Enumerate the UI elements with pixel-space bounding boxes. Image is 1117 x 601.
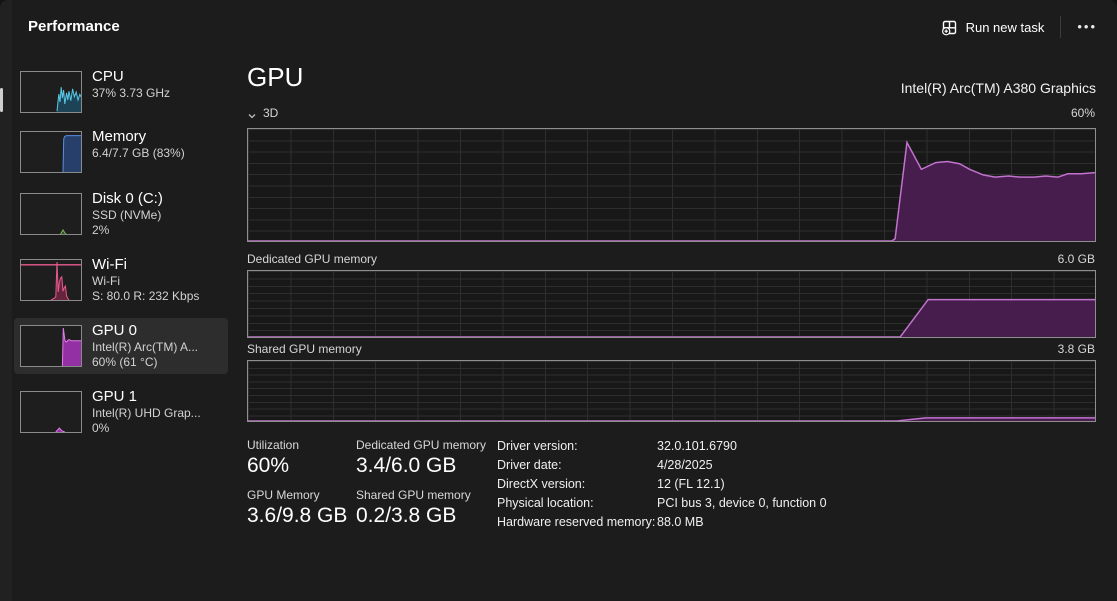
sidebar-item-sub: Intel(R) Arc(TM) A... bbox=[92, 340, 199, 354]
detail-row: Driver date: 4/28/2025 bbox=[497, 456, 827, 475]
detail-label: Driver date: bbox=[497, 458, 562, 472]
detail-row: Physical location: PCI bus 3, device 0, … bbox=[497, 494, 827, 513]
dedicated-memory-meta-row: Dedicated GPU memory 6.0 GB bbox=[247, 252, 1096, 268]
sidebar-item-memory[interactable]: Memory 6.4/7.7 GB (83%) bbox=[14, 124, 228, 177]
detail-value: 12 (FL 12.1) bbox=[657, 477, 725, 491]
disk-mini-chart bbox=[20, 193, 82, 235]
header-actions: Run new task ••• bbox=[931, 10, 1107, 44]
shared-memory-axis-max-label: 3.8 GB bbox=[1057, 342, 1095, 356]
sidebar-item-sub2: 2% bbox=[92, 223, 110, 237]
dedicated-gpu-memory-chart bbox=[247, 270, 1096, 338]
engine-selector-dropdown[interactable]: 3D bbox=[247, 106, 278, 120]
shared-memory-meta-row: Shared GPU memory 3.8 GB bbox=[247, 342, 1096, 358]
run-new-task-button[interactable]: Run new task bbox=[931, 13, 1055, 42]
detail-value: PCI bus 3, device 0, function 0 bbox=[657, 496, 827, 510]
sidebar-item-sub2: S: 80.0 R: 232 Kbps bbox=[92, 289, 200, 303]
detail-row: Driver version: 32.0.101.6790 bbox=[497, 437, 827, 456]
dedicated-memory-axis-max-label: 6.0 GB bbox=[1057, 252, 1095, 266]
gpu-3d-utilization-chart bbox=[247, 128, 1096, 242]
utilization-value: 60% bbox=[247, 454, 290, 477]
detail-label: Driver version: bbox=[497, 439, 578, 453]
chevron-down-icon bbox=[247, 109, 257, 119]
wifi-mini-chart bbox=[20, 259, 82, 301]
performance-sidebar: CPU 37% 3.73 GHz Memory 6.4/7.7 GB (83%)… bbox=[12, 52, 238, 601]
gpu-detail-pane: GPU Intel(R) Arc(TM) A380 Graphics 3D 60… bbox=[247, 52, 1096, 601]
detail-label: Hardware reserved memory: bbox=[497, 515, 656, 529]
sidebar-item-title: GPU 1 bbox=[92, 388, 138, 405]
memory-mini-chart bbox=[20, 131, 82, 173]
sidebar-item-sub2: 60% (61 °C) bbox=[92, 355, 158, 369]
detail-value: 32.0.101.6790 bbox=[657, 439, 737, 453]
sidebar-item-title: Wi-Fi bbox=[92, 256, 127, 273]
header-bar: Performance Run new task ••• bbox=[12, 0, 1117, 52]
run-new-task-icon bbox=[941, 19, 958, 36]
sidebar-item-cpu[interactable]: CPU 37% 3.73 GHz bbox=[14, 64, 228, 117]
gpu0-mini-chart bbox=[20, 325, 82, 367]
task-manager-window: Performance Run new task ••• CPU 37% 3.7… bbox=[0, 0, 1117, 601]
sidebar-item-title: Disk 0 (C:) bbox=[92, 190, 163, 207]
dedicated-memory-stat-value: 3.4/6.0 GB bbox=[356, 454, 457, 477]
shared-memory-label: Shared GPU memory bbox=[247, 342, 362, 356]
detail-row: Hardware reserved memory: 88.0 MB bbox=[497, 513, 827, 532]
sidebar-item-title: GPU 0 bbox=[92, 322, 138, 339]
shared-gpu-memory-chart bbox=[247, 360, 1096, 422]
driver-details: Driver version: 32.0.101.6790 Driver dat… bbox=[497, 437, 827, 532]
sidebar-item-wifi[interactable]: Wi-Fi Wi-Fi S: 80.0 R: 232 Kbps bbox=[14, 252, 228, 308]
engine-label: 3D bbox=[263, 106, 279, 120]
nav-selection-indicator bbox=[0, 88, 3, 112]
detail-value: 88.0 MB bbox=[657, 515, 704, 529]
more-options-button[interactable]: ••• bbox=[1067, 16, 1107, 38]
sidebar-item-sub: 6.4/7.7 GB (83%) bbox=[92, 146, 185, 160]
utilization-label: Utilization bbox=[247, 438, 300, 452]
sidebar-item-sub2: 0% bbox=[92, 421, 110, 435]
gpu-memory-value: 3.6/9.8 GB bbox=[247, 504, 348, 527]
detail-row: DirectX version: 12 (FL 12.1) bbox=[497, 475, 827, 494]
shared-memory-stat-label: Shared GPU memory bbox=[356, 488, 471, 502]
gpu-device-name: Intel(R) Arc(TM) A380 Graphics bbox=[900, 80, 1096, 96]
sidebar-item-sub: 37% 3.73 GHz bbox=[92, 86, 171, 100]
page-title: Performance bbox=[28, 18, 120, 35]
gpu1-mini-chart bbox=[20, 391, 82, 433]
detail-label: Physical location: bbox=[497, 496, 594, 510]
header-separator bbox=[1060, 16, 1062, 38]
sidebar-item-title: Memory bbox=[92, 128, 147, 145]
sidebar-item-sub: Intel(R) UHD Grap... bbox=[92, 406, 201, 420]
detail-label: DirectX version: bbox=[497, 477, 586, 491]
detail-value: 4/28/2025 bbox=[657, 458, 713, 472]
sidebar-item-gpu0[interactable]: GPU 0 Intel(R) Arc(TM) A... 60% (61 °C) bbox=[14, 318, 228, 374]
nav-rail bbox=[0, 0, 12, 601]
dedicated-memory-label: Dedicated GPU memory bbox=[247, 252, 378, 266]
engine-axis-max-label: 60% bbox=[1070, 106, 1095, 120]
sidebar-item-sub: SSD (NVMe) bbox=[92, 208, 162, 222]
ellipsis-icon: ••• bbox=[1077, 19, 1097, 34]
sidebar-item-disk0[interactable]: Disk 0 (C:) SSD (NVMe) 2% bbox=[14, 186, 228, 242]
shared-memory-stat-value: 0.2/3.8 GB bbox=[356, 504, 457, 527]
run-new-task-label: Run new task bbox=[965, 19, 1045, 35]
cpu-mini-chart bbox=[20, 71, 82, 113]
sidebar-item-sub: Wi-Fi bbox=[92, 274, 120, 288]
sidebar-item-gpu1[interactable]: GPU 1 Intel(R) UHD Grap... 0% bbox=[14, 384, 228, 440]
gpu-memory-label: GPU Memory bbox=[247, 488, 320, 502]
engine-meta-row: 3D 60% bbox=[247, 106, 1096, 122]
sidebar-item-title: CPU bbox=[92, 68, 124, 85]
dedicated-memory-stat-label: Dedicated GPU memory bbox=[356, 438, 487, 452]
gpu-section-title: GPU bbox=[247, 62, 304, 92]
